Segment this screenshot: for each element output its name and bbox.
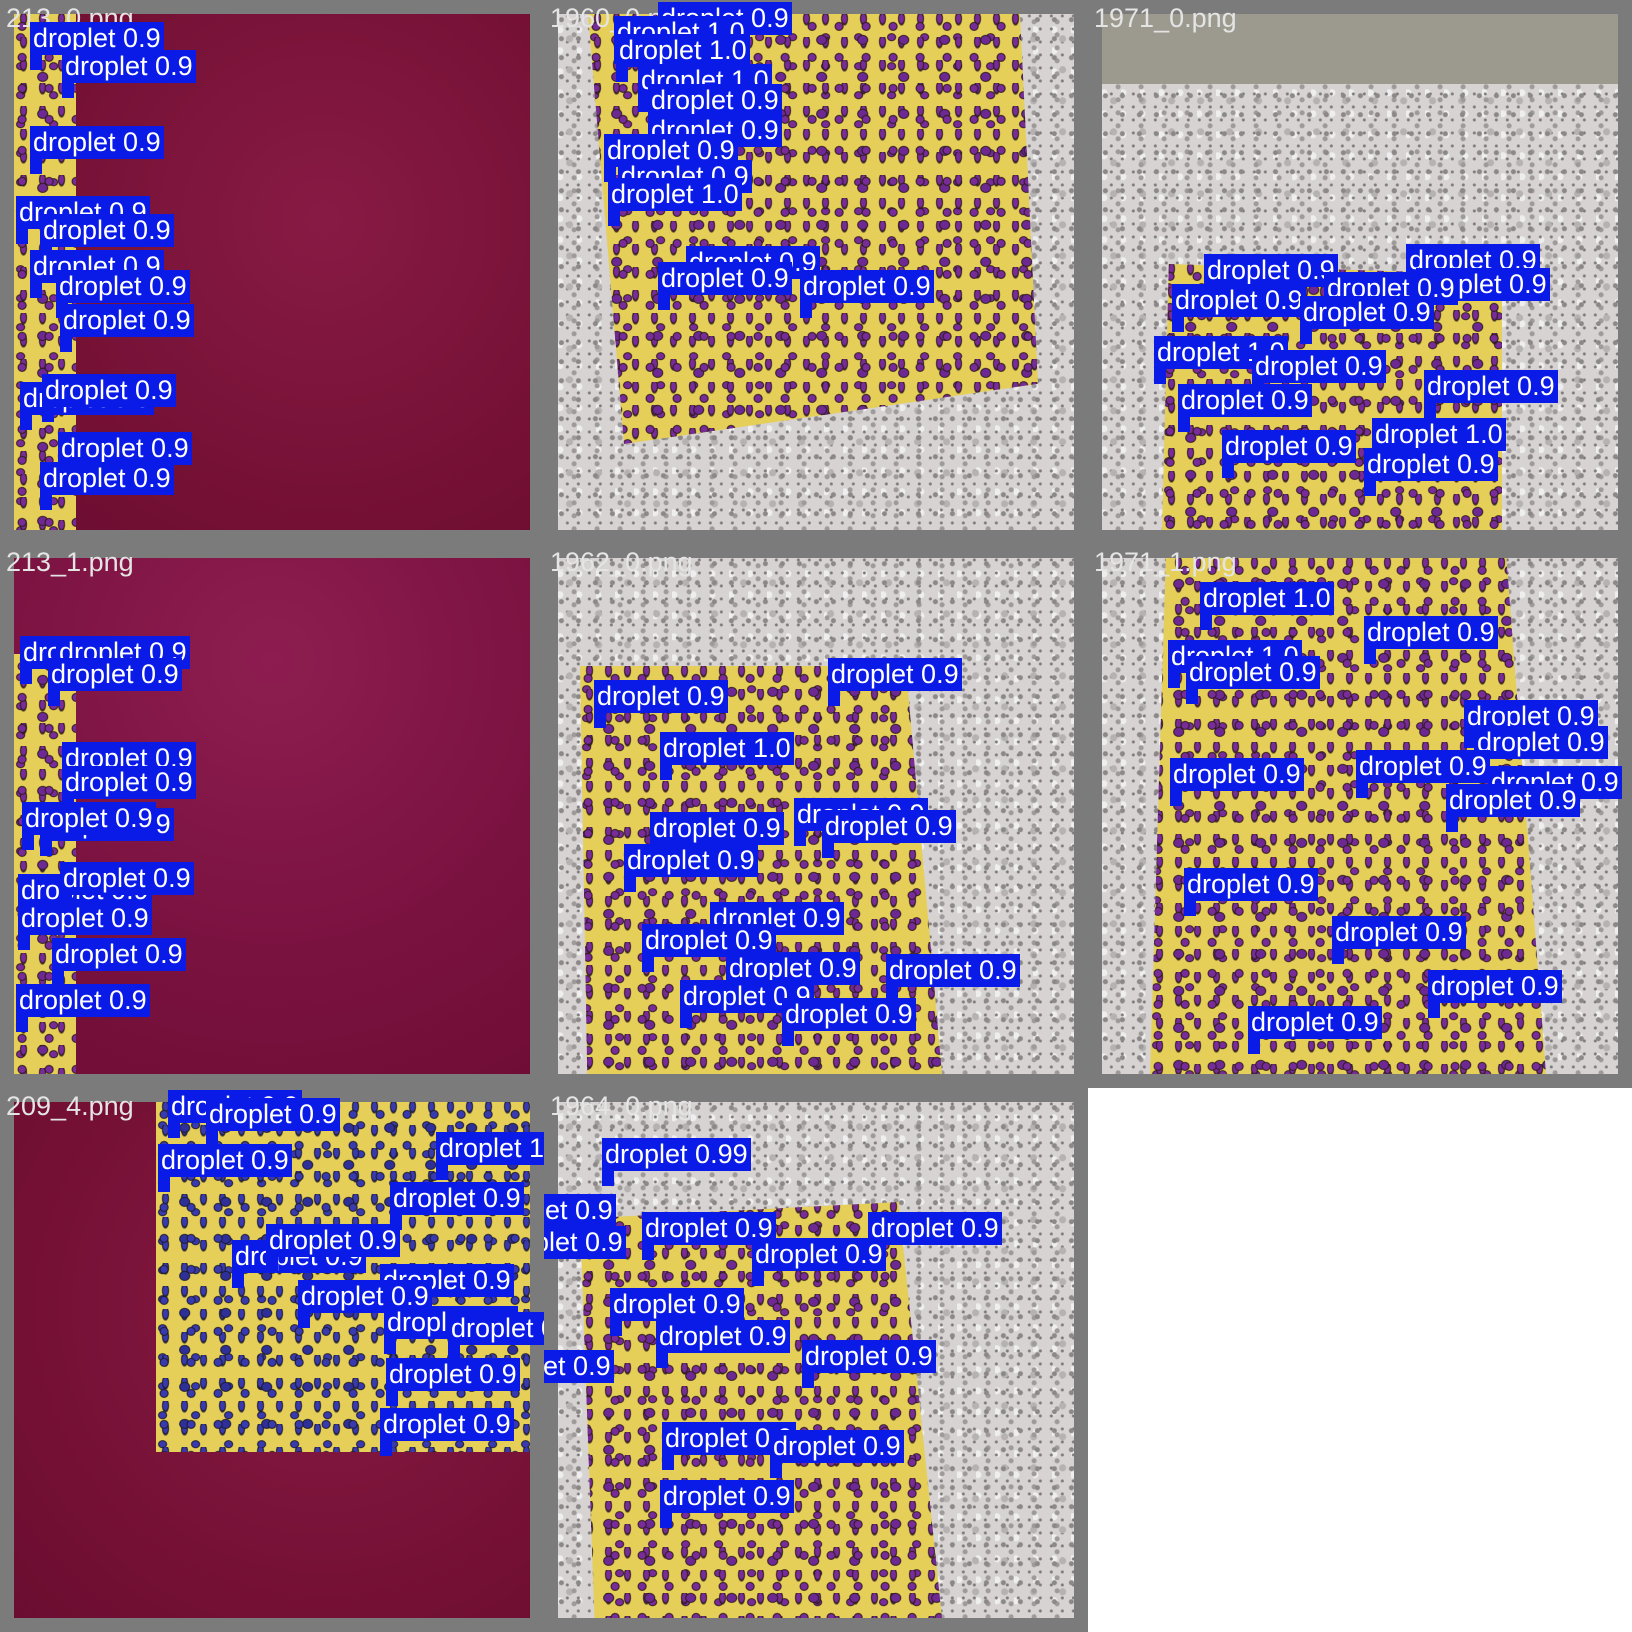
detection-label: droplet 1.0	[1200, 582, 1334, 630]
detection-label: droplet 0.9	[828, 658, 962, 706]
detection-label: droplet 0.9	[266, 1224, 400, 1272]
detection-label: droplet 0.9	[1300, 296, 1434, 344]
detection-label: droplet 1.0	[608, 178, 742, 226]
detection-label: droplet 0.9	[386, 1358, 520, 1406]
detection-label: droplet 0.9	[1428, 970, 1562, 1018]
detection-label: droplet 0.9	[30, 126, 164, 174]
detection-label: droplet 0.9	[1204, 254, 1338, 302]
detection-label: droplet 0.9	[1248, 1006, 1382, 1054]
detection-label: droplet 0.9	[648, 84, 782, 132]
detection-label: droplet 0.9	[822, 810, 956, 858]
detection-label: droplet 0.9	[594, 680, 728, 728]
detection-label: droplet 0.9	[40, 462, 174, 510]
detection-label: droplet 0.9	[18, 902, 152, 950]
image-tile: 1971_1.png droplet 1.0 droplet 0.9 dropl…	[1088, 544, 1632, 1088]
detection-label: droplet 0.9	[624, 844, 758, 892]
detection-label: droplet 0.9	[658, 262, 792, 310]
detection-label: droplet 0.9	[770, 1430, 904, 1478]
detection-label: droplet 0.9	[1184, 868, 1318, 916]
detection-label: droplet 0.9	[158, 1144, 292, 1192]
tile-filename: 1964_0.png	[550, 1091, 693, 1121]
detection-label: droplet 0.9	[650, 812, 784, 860]
detection-label: droplet 0.9	[1446, 784, 1580, 832]
detection-label: droplet 0.9	[52, 938, 186, 986]
detection-label: droplet 0.9	[1424, 370, 1558, 418]
detection-label: droplet 0.9	[1170, 758, 1304, 806]
detection-label: droplet 0.9	[1186, 656, 1320, 704]
detection-label: droplet 0.9	[16, 984, 150, 1032]
image-tile: 213_1.png droplet 0.9 droplet 0.9 drople…	[0, 544, 544, 1088]
detection-label: droplet 0.9	[660, 1480, 794, 1528]
detection-label: droplet 0.9	[1364, 448, 1498, 496]
tile-filename: 1971_1.png	[1094, 547, 1237, 577]
detection-label: droplet 0.9	[800, 270, 934, 318]
detection-label: droplet 0.9	[1178, 384, 1312, 432]
detection-label: droplet 0.9	[22, 802, 156, 850]
tile-filename: 1962_0.png	[550, 547, 693, 577]
detection-label: droplet 1.0	[436, 1132, 544, 1180]
detection-label: droplet 0.9	[782, 998, 916, 1046]
detection-label: droplet 0.9	[544, 1350, 614, 1383]
detection-label: droplet 1.0	[660, 732, 794, 780]
empty-cell	[1088, 1088, 1632, 1632]
detection-label: droplet 0.9	[56, 270, 190, 318]
tile-filename: 209_4.png	[6, 1091, 134, 1121]
tile-filename: 1971_0.png	[1094, 3, 1237, 33]
detection-label: droplet 0.9	[390, 1182, 524, 1230]
detection-label: droplet 0.9	[48, 658, 182, 706]
detection-label: droplet 0.9	[610, 1288, 744, 1336]
detection-label: droplet 0.99	[602, 1138, 751, 1186]
detection-label: droplet 0.9	[886, 954, 1020, 1002]
detection-label: droplet 0.9	[1252, 350, 1386, 398]
detection-label: droplet 0.9	[380, 1408, 514, 1456]
image-tile: 209_4.png droplet 0.9 droplet 0.9 drople…	[0, 1088, 544, 1632]
tile-filename: 213_1.png	[6, 547, 134, 577]
detection-label: droplet 0.9	[1222, 430, 1356, 478]
detection-label: droplet 0.9	[868, 1212, 1002, 1260]
detection-label: droplet 0.9	[62, 50, 196, 98]
detection-label: droplet 1.0	[616, 34, 750, 82]
detection-label: droplet 0.9	[1356, 750, 1490, 798]
detection-label: droplet 0.9	[58, 432, 192, 480]
detection-label: droplet 0.9	[1364, 616, 1498, 664]
detection-label: droplet 0.9	[752, 1238, 886, 1286]
detection-label: droplet 1.0	[1372, 418, 1506, 466]
detection-label: droplet 0.9	[448, 1312, 544, 1360]
image-tile: 1962_0.png droplet 0.9 droplet 0.9 dropl…	[544, 544, 1088, 1088]
detection-label: droplet 0.9	[544, 1194, 616, 1227]
image-tile: 1971_0.png droplet 0.9 droplet 0.9 dropl…	[1088, 0, 1632, 544]
detection-label: droplet 0.9	[544, 1226, 626, 1259]
image-tile: 213_0.png droplet 0.9 droplet 0.9 drople…	[0, 0, 544, 544]
detection-label: droplet 0.9	[40, 214, 174, 262]
detection-label: droplet 0.9	[1474, 726, 1608, 774]
detection-label: droplet 0.9	[1332, 916, 1466, 964]
detection-label: droplet 0.9	[42, 374, 176, 422]
image-tile: 1960_0.png droplet 0.9 droplet 1.0 dropl…	[544, 0, 1088, 544]
detection-label: droplet 0.9	[1172, 284, 1306, 332]
detection-label: droplet 0.9	[62, 766, 196, 814]
detection-label: droplet 0.9	[60, 862, 194, 910]
detection-label: droplet 0.9	[656, 1320, 790, 1368]
image-tile: 1964_0.png droplet 0.99 droplet 0.9 drop…	[544, 1088, 1088, 1632]
detection-label: droplet 0.9	[802, 1340, 936, 1388]
detection-label: droplet 0.9	[206, 1098, 340, 1146]
detection-label: droplet 0.9	[60, 304, 194, 352]
